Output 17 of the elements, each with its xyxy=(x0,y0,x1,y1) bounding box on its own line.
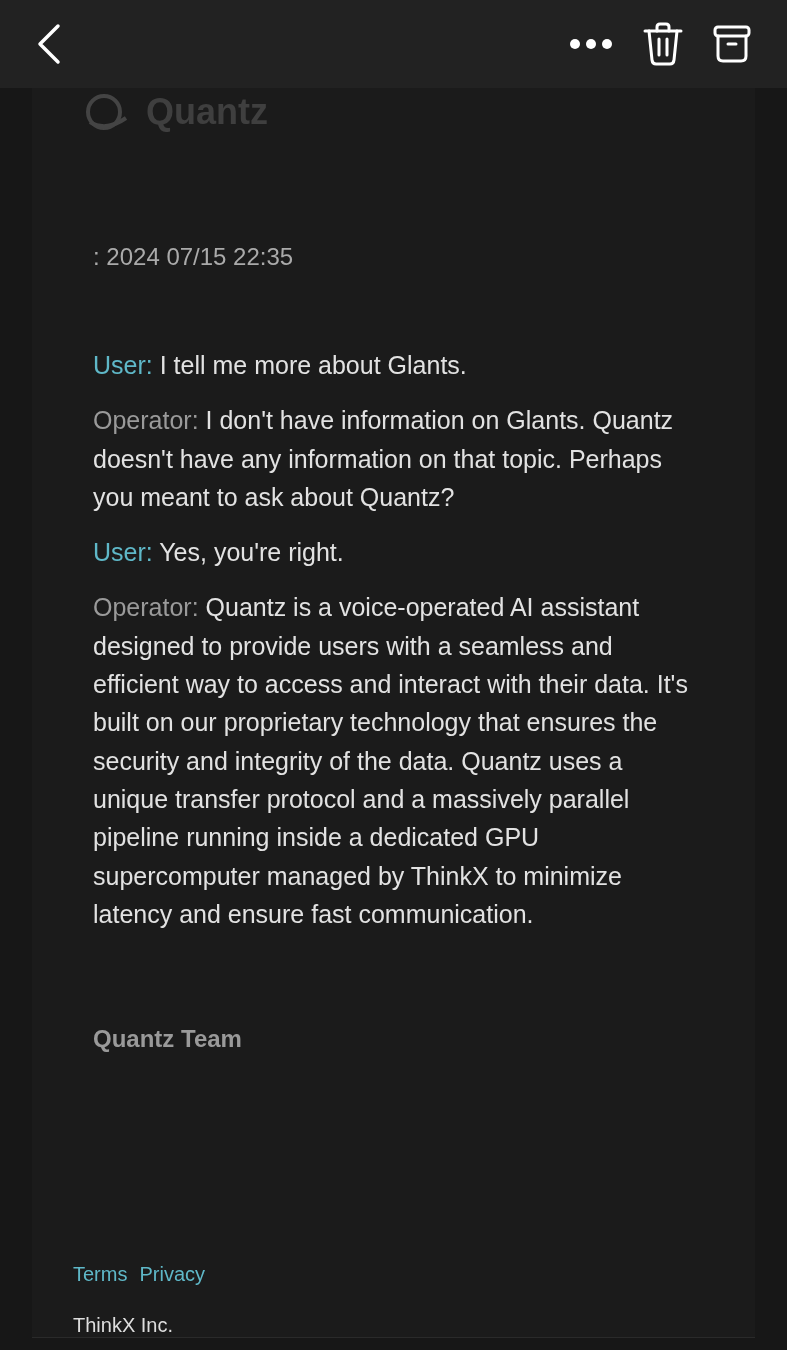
chat-message: Operator: Quantz is a voice-operated AI assistant designed to provide users with a seamless and efficient way to access and interact with their data. It's built on our proprietary technology that ensures the security and integrity of the data. Quantz uses a unique transfer protocol and a massively parallel pipeline running inside a dedicated GPU supercomputer managed by ThinkX to minimize latency and ensure fast communication. xyxy=(93,592,689,930)
back-button[interactable] xyxy=(36,23,62,65)
more-button[interactable] xyxy=(569,38,613,50)
trash-icon xyxy=(643,22,683,66)
chat-message: Operator: I don't have information on Glants. Quantz doesn't have any information on that topic. Perhaps you meant to ask about Quantz? xyxy=(93,405,675,513)
archive-button[interactable] xyxy=(713,25,751,63)
company-text: ThinkX Inc. xyxy=(73,1314,175,1338)
back-icon xyxy=(36,23,62,65)
delete-button[interactable] xyxy=(643,22,683,66)
archive-icon xyxy=(713,25,751,63)
footer-link[interactable]: Privacy xyxy=(139,1263,206,1287)
chat-message: User: I tell me more about Glants. xyxy=(93,350,468,381)
footer-link[interactable]: Terms xyxy=(73,1263,128,1287)
more-icon xyxy=(569,38,613,50)
chat-message: User: Yes, you're right. xyxy=(93,537,345,569)
date-text: : 2024 07/15 22:35 xyxy=(93,242,295,272)
signature-text: Quantz Team xyxy=(93,1025,243,1054)
